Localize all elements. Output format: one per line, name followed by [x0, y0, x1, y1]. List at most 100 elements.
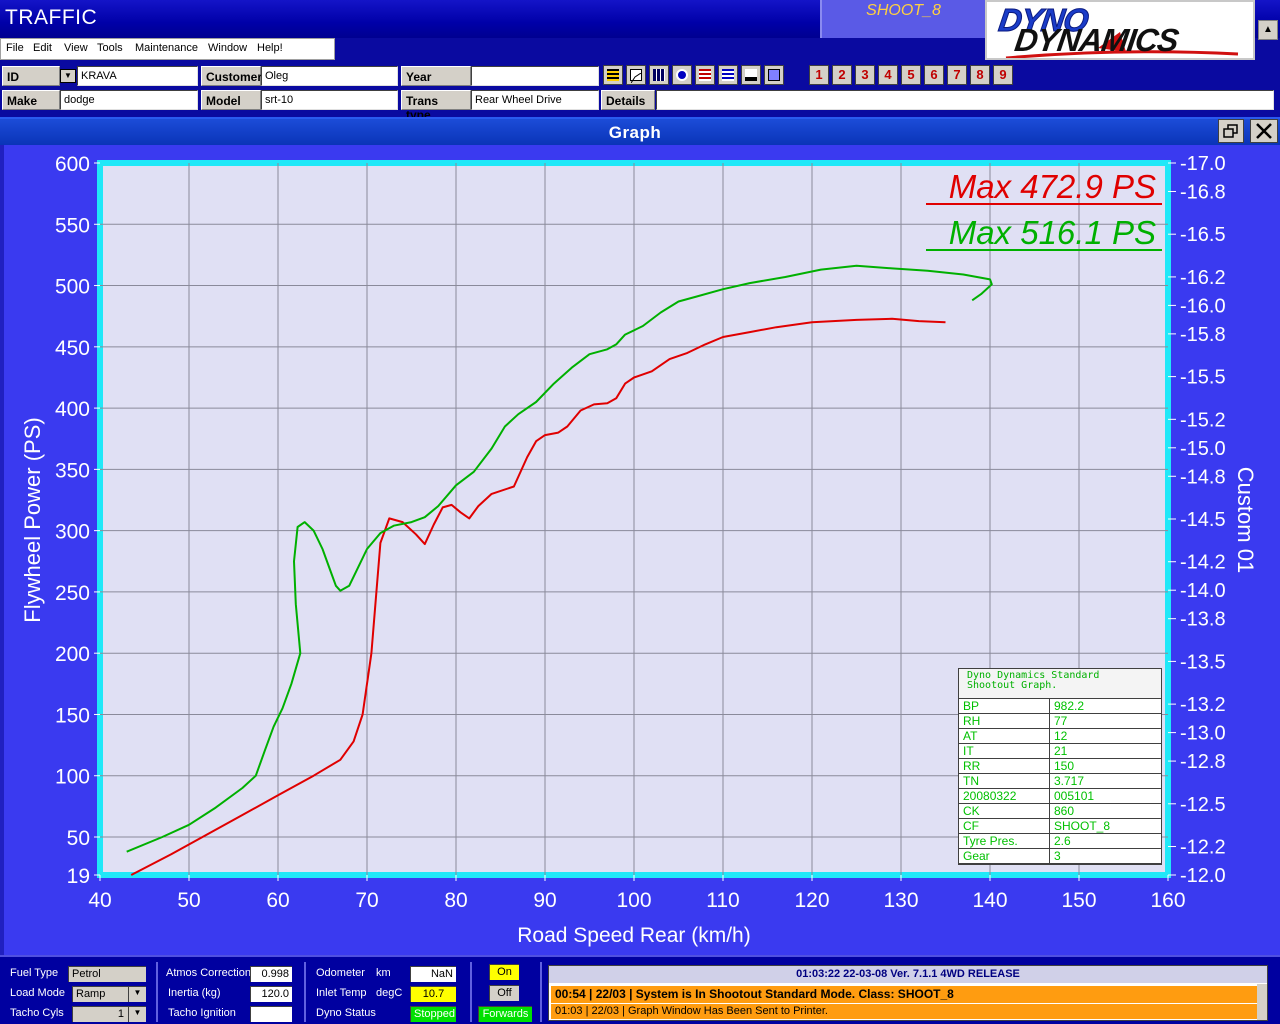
- print-icon[interactable]: [741, 65, 761, 85]
- run-button-9[interactable]: 9: [993, 65, 1013, 85]
- forwards-button[interactable]: Forwards: [478, 1006, 532, 1022]
- customer-label: Customer: [201, 66, 262, 86]
- legend-value: SHOOT_8: [1054, 819, 1111, 833]
- y2-tick-label: -15.8: [1180, 324, 1226, 346]
- menu-tools[interactable]: Tools: [97, 42, 123, 54]
- legend-row: Tyre Pres. 2.6: [959, 834, 1161, 849]
- id-field[interactable]: KRAVA: [77, 66, 198, 86]
- legend-key: IT: [959, 744, 1050, 758]
- dyno-dynamics-logo: DYNO DYNAMICS: [985, 0, 1255, 60]
- legend-row: CF SHOOT_8: [959, 819, 1161, 834]
- y-tick-label: 250: [55, 582, 90, 605]
- graph-icon[interactable]: [626, 65, 646, 85]
- legend-key: Tyre Pres.: [959, 834, 1050, 848]
- legend-row: TN 3.717: [959, 774, 1161, 789]
- menu-maintenance[interactable]: Maintenance: [135, 42, 198, 54]
- y2-tick-label: -15.5: [1180, 367, 1226, 389]
- x-tick-label: 140: [972, 889, 1007, 912]
- list-icon[interactable]: [695, 65, 715, 85]
- menu-view[interactable]: View: [64, 42, 88, 54]
- x-tick-label: 160: [1150, 889, 1185, 912]
- atmos-correction-field: 0.998: [250, 966, 292, 982]
- model-field[interactable]: srt-10: [261, 90, 398, 110]
- legend-row: CK 860: [959, 804, 1161, 819]
- app-title: TRAFFIC: [5, 6, 98, 29]
- graph-window-title-bar: Graph: [0, 117, 1280, 145]
- message-log-scrollbar[interactable]: [1257, 984, 1267, 1020]
- run-button-8[interactable]: 8: [970, 65, 990, 85]
- y-tick-label: 550: [55, 214, 90, 237]
- y2-tick-label: -15.2: [1180, 409, 1226, 431]
- gauge-icon[interactable]: [672, 65, 692, 85]
- customer-field[interactable]: Oleg: [261, 66, 398, 86]
- report-icon[interactable]: [603, 65, 623, 85]
- restore-window-button[interactable]: [1218, 119, 1244, 143]
- max-power-annotation-red: Max 472.9 PS: [949, 168, 1156, 205]
- off-button[interactable]: Off: [489, 985, 519, 1001]
- shootout-class-box: SHOOT_8: [820, 0, 985, 38]
- y-tick-label: 150: [55, 704, 90, 727]
- y-tick-label: 19: [67, 865, 90, 888]
- y-tick-label: 450: [55, 337, 90, 360]
- x-tick-label: 40: [88, 889, 111, 912]
- run-button-7[interactable]: 7: [947, 65, 967, 85]
- y2-tick-label: -13.2: [1180, 694, 1226, 716]
- compare-icon[interactable]: [718, 65, 738, 85]
- y2-tick-label: -14.0: [1180, 580, 1226, 602]
- menu-window[interactable]: Window: [208, 42, 247, 54]
- y-tick-label: 50: [67, 827, 90, 850]
- close-window-button[interactable]: [1250, 119, 1278, 143]
- y2-tick-label: -12.2: [1180, 837, 1226, 859]
- make-field[interactable]: dodge: [60, 90, 198, 110]
- menu-edit[interactable]: Edit: [33, 42, 52, 54]
- legend-value: 2.6: [1054, 834, 1071, 848]
- x-tick-label: 150: [1061, 889, 1096, 912]
- run-button-3[interactable]: 3: [855, 65, 875, 85]
- legend-key: BP: [959, 699, 1050, 713]
- status-divider: [156, 962, 158, 1022]
- tacho-cyls-dropdown-icon[interactable]: ▼: [128, 1006, 146, 1022]
- y2-tick-label: -13.8: [1180, 609, 1226, 631]
- y2-tick-label: -14.2: [1180, 552, 1226, 574]
- fuel-type-field[interactable]: Petrol: [68, 966, 146, 982]
- run-button-6[interactable]: 6: [924, 65, 944, 85]
- legend-row: AT 12: [959, 729, 1161, 744]
- y2-tick-label: -16.2: [1180, 267, 1226, 289]
- load-mode-dropdown-icon[interactable]: ▼: [128, 986, 146, 1002]
- odometer-unit: km: [376, 967, 391, 979]
- atmos-correction-label: Atmos Correction: [166, 967, 251, 979]
- details-field[interactable]: [656, 90, 1274, 110]
- id-dropdown-arrow-icon[interactable]: ▼: [60, 69, 76, 83]
- trans-type-field[interactable]: Rear Wheel Drive: [471, 90, 599, 110]
- year-field[interactable]: [471, 66, 599, 86]
- y-tick-label: 600: [55, 153, 90, 176]
- shootout-class-label: SHOOT_8: [866, 2, 941, 19]
- scroll-up-arrow-icon[interactable]: ▲: [1258, 20, 1278, 40]
- y2-tick-label: -14.5: [1180, 509, 1226, 531]
- menu-help[interactable]: Help!: [257, 42, 283, 54]
- table-icon[interactable]: [649, 65, 669, 85]
- inlet-temp-label: Inlet Temp: [316, 987, 367, 999]
- x-tick-label: 100: [616, 889, 651, 912]
- y-tick-label: 400: [55, 398, 90, 421]
- run-button-4[interactable]: 4: [878, 65, 898, 85]
- run-button-2[interactable]: 2: [832, 65, 852, 85]
- details-label: Details: [601, 90, 655, 110]
- run-button-1[interactable]: 1: [809, 65, 829, 85]
- legend-value: 12: [1054, 729, 1068, 743]
- monitor-icon[interactable]: [764, 65, 784, 85]
- y2-tick-label: -15.0: [1180, 438, 1226, 460]
- run-button-5[interactable]: 5: [901, 65, 921, 85]
- legend-rows: BP 982.2 RH 77 AT 12 IT 21 RR 150 TN 3.717 20080322 0…: [959, 699, 1161, 864]
- y-axis-label: Flywheel Power (PS): [20, 417, 45, 622]
- y2-tick-label: -12.8: [1180, 751, 1226, 773]
- message-log-entry: 01:03 | 22/03 | Graph Window Has Been Se…: [551, 1004, 1257, 1019]
- y2-tick-label: -12.5: [1180, 794, 1226, 816]
- dyno-status-field: Stopped: [410, 1006, 456, 1022]
- id-label: ID: [2, 66, 60, 86]
- message-log-entry: 00:54 | 22/03 | System is In Shootout St…: [551, 986, 1257, 1003]
- status-divider: [470, 962, 472, 1022]
- on-button[interactable]: On: [489, 964, 519, 980]
- menu-file[interactable]: File: [6, 42, 24, 54]
- legend-row: IT 21: [959, 744, 1161, 759]
